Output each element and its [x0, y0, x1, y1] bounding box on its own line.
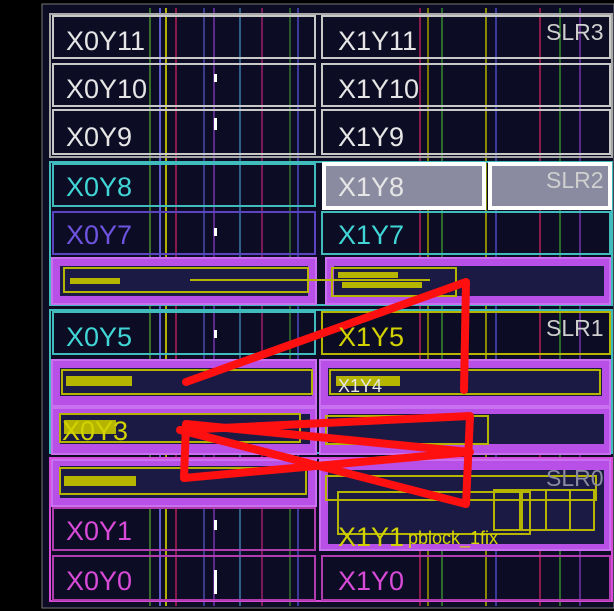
- region-label-x1y5: X1Y5: [338, 322, 404, 352]
- region-label-x0y7: X0Y7: [66, 220, 132, 250]
- region-label-x1y0: X1Y0: [338, 566, 404, 596]
- region-label-x1y11: X1Y11: [338, 26, 417, 56]
- region-label-x0y11: X0Y11: [66, 26, 145, 56]
- pblock-label: pblock_1fix: [408, 528, 498, 549]
- region-label-x1y10: X1Y10: [338, 74, 419, 104]
- slr-label-2: SLR2: [546, 167, 604, 193]
- region-label-x1y9: X1Y9: [338, 122, 404, 152]
- region-label-x0y9: X0Y9: [66, 122, 132, 152]
- region-label-x0y3: X0Y3: [62, 416, 128, 446]
- region-label-x1y8: X1Y8: [338, 172, 404, 202]
- region-label-x0y8: X0Y8: [66, 172, 132, 202]
- region-label-x0y5: X0Y5: [66, 322, 132, 352]
- region-label-x0y0: X0Y0: [66, 566, 132, 596]
- region-label-x0y10: X0Y10: [66, 74, 147, 104]
- region-label-x1y1: X1Y1: [338, 522, 404, 552]
- region-label-x1y7: X1Y7: [338, 220, 404, 250]
- region-label-x1y4: X1Y4: [338, 376, 382, 396]
- slr-label-3: SLR3: [546, 19, 604, 45]
- slr-label-0: SLR0: [546, 465, 604, 491]
- device-view-canvas[interactable]: X0Y11 X1Y11 X0Y10 X1Y10 X0Y9 X1Y9 X0Y8 X…: [0, 0, 614, 611]
- region-label-x0y1: X0Y1: [66, 516, 132, 546]
- slr-label-1: SLR1: [546, 315, 604, 341]
